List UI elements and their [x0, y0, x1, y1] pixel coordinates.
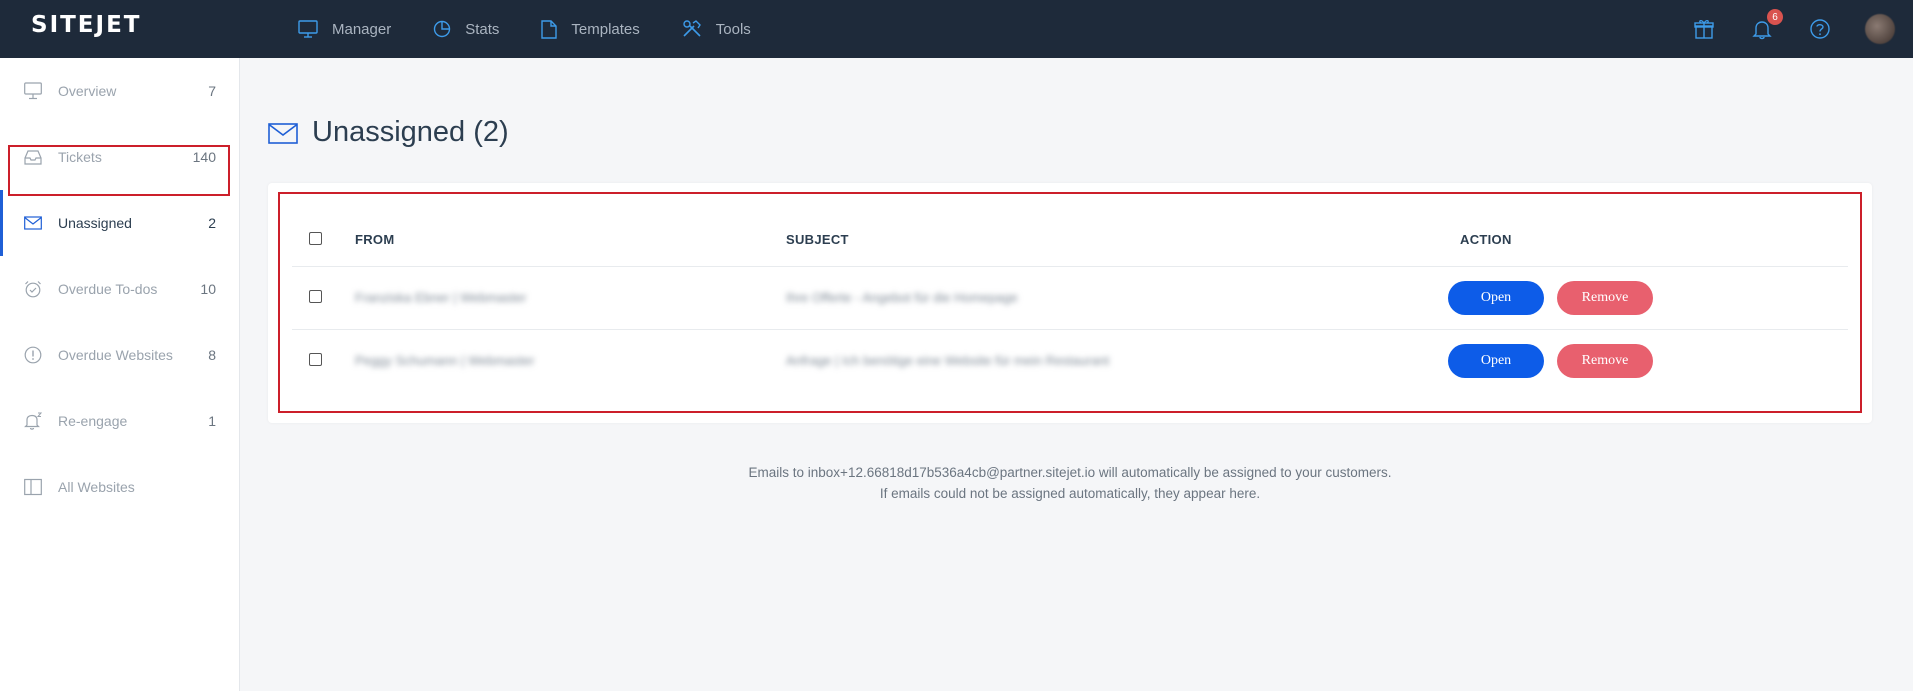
- sidebar: Overview 7 Tickets 140 Unassigned 2 Over…: [0, 58, 240, 691]
- sidebar-item-label: All Websites: [58, 479, 135, 495]
- sidebar-item-label: Re-engage: [58, 413, 128, 429]
- alarm-clock-icon: [25, 281, 41, 298]
- row-divider: [292, 266, 1848, 267]
- pie-chart-icon: [434, 20, 451, 38]
- row-checkbox[interactable]: [309, 353, 322, 366]
- columns-icon: [24, 478, 42, 496]
- sidebar-item-count: 140: [192, 149, 216, 165]
- sidebar-item-count: 2: [208, 215, 216, 231]
- sidebar-item-label: Unassigned: [58, 215, 132, 231]
- sitejet-logo[interactable]: SITEJET: [31, 12, 141, 38]
- remove-button[interactable]: Remove: [1557, 281, 1653, 315]
- notifications-button[interactable]: 6: [1751, 9, 1783, 40]
- tools-icon: [683, 20, 701, 37]
- column-header-action: ACTION: [1460, 232, 1512, 247]
- gift-button[interactable]: [1693, 18, 1715, 40]
- select-all-checkbox[interactable]: [309, 232, 322, 245]
- sidebar-item-label: Overdue To-dos: [58, 281, 158, 297]
- row-divider: [292, 329, 1848, 330]
- nav-stats[interactable]: Stats: [433, 20, 499, 38]
- help-icon: [1810, 19, 1830, 39]
- sidebar-item-overview[interactable]: Overview 7: [0, 58, 240, 124]
- row-subject[interactable]: Anfrage | Ich benötige eine Website für …: [786, 353, 1109, 368]
- column-header-subject[interactable]: SUBJECT: [786, 232, 849, 247]
- row-checkbox[interactable]: [309, 290, 322, 303]
- info-text: Emails to inbox+12.66818d17b536a4cb@part…: [620, 462, 1520, 504]
- sidebar-item-re-engage[interactable]: Re-engage 1: [0, 388, 240, 454]
- sidebar-item-count: 1: [208, 413, 216, 429]
- remove-button[interactable]: Remove: [1557, 344, 1653, 378]
- open-button[interactable]: Open: [1448, 344, 1544, 378]
- notification-badge: 6: [1767, 9, 1783, 25]
- sidebar-item-overdue-todos[interactable]: Overdue To-dos 10: [0, 256, 240, 322]
- monitor-icon: [298, 20, 318, 38]
- gift-icon: [1694, 20, 1714, 39]
- sidebar-item-unassigned[interactable]: Unassigned 2: [0, 190, 240, 256]
- sidebar-item-count: 7: [208, 83, 216, 99]
- user-avatar[interactable]: [1865, 14, 1895, 44]
- nav-tools-label: Tools: [715, 20, 751, 38]
- row-from[interactable]: Franziska Ebner | Webmaster: [355, 290, 526, 305]
- main-nav: Manager Stats Templates Tools: [298, 0, 793, 58]
- nav-manager[interactable]: Manager: [298, 20, 391, 38]
- sidebar-item-all-websites[interactable]: All Websites: [0, 454, 240, 520]
- nav-tools[interactable]: Tools: [682, 20, 751, 38]
- mail-icon: [24, 216, 42, 230]
- column-header-from[interactable]: FROM: [355, 232, 394, 247]
- mail-icon: [268, 122, 298, 144]
- bell-z-icon: [24, 412, 42, 430]
- nav-templates[interactable]: Templates: [541, 19, 640, 39]
- nav-templates-label: Templates: [571, 20, 640, 38]
- sidebar-item-label: Tickets: [58, 149, 102, 165]
- alert-circle-icon: [24, 346, 42, 364]
- header-icons: 6: [1657, 0, 1895, 58]
- open-button[interactable]: Open: [1448, 281, 1544, 315]
- sidebar-item-overdue-websites[interactable]: Overdue Websites 8: [0, 322, 240, 388]
- top-bar: SITEJET Manager Stats Templates Tools 6: [0, 0, 1913, 58]
- monitor-icon: [24, 82, 42, 100]
- help-button[interactable]: [1809, 18, 1831, 40]
- info-line-2: If emails could not be assigned automati…: [879, 486, 1261, 501]
- info-line-1: Emails to inbox+12.66818d17b536a4cb@part…: [748, 465, 1392, 480]
- sidebar-item-label: Overdue Websites: [58, 347, 173, 363]
- inbox-icon: [24, 150, 42, 165]
- document-icon: [541, 19, 558, 39]
- active-indicator: [0, 190, 3, 256]
- nav-manager-label: Manager: [332, 20, 392, 38]
- nav-stats-label: Stats: [465, 20, 500, 38]
- row-subject[interactable]: Ihre Offerte - Angebot für die Homepage: [786, 290, 1018, 305]
- sidebar-item-count: 8: [208, 347, 216, 363]
- page-title: Unassigned (2): [268, 116, 509, 149]
- sidebar-item-label: Overview: [58, 83, 117, 99]
- page-title-text: Unassigned (2): [312, 116, 509, 148]
- sidebar-item-tickets[interactable]: Tickets 140: [0, 124, 240, 190]
- sidebar-item-count: 10: [200, 281, 216, 297]
- row-from[interactable]: Peggy Schumann | Webmaster: [355, 353, 534, 368]
